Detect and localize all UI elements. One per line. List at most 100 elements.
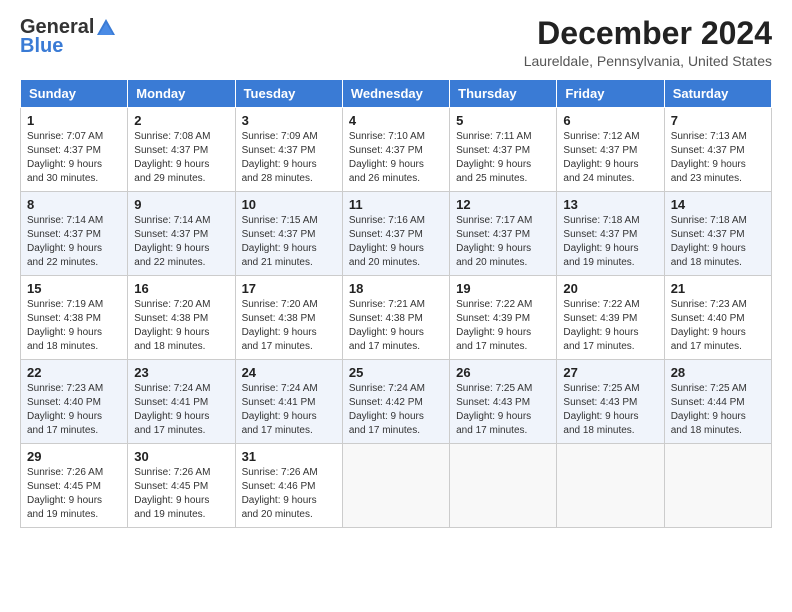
calendar-day-cell: 31 Sunrise: 7:26 AMSunset: 4:46 PMDayligh… bbox=[235, 444, 342, 528]
day-number: 14 bbox=[671, 197, 765, 212]
day-number: 28 bbox=[671, 365, 765, 380]
logo-icon bbox=[95, 17, 117, 39]
day-info: Sunrise: 7:24 AMSunset: 4:41 PMDaylight:… bbox=[242, 382, 336, 438]
day-number: 23 bbox=[134, 365, 228, 380]
day-info: Sunrise: 7:11 AMSunset: 4:37 PMDaylight:… bbox=[456, 130, 550, 186]
day-number: 22 bbox=[27, 365, 121, 380]
calendar-day-cell: 28 Sunrise: 7:25 AMSunset: 4:44 PMDayligh… bbox=[664, 360, 771, 444]
calendar-day-cell: 21Sunrise: 7:23 AMSunset: 4:40 PMDayligh… bbox=[664, 276, 771, 360]
calendar-week-row: 1 Sunrise: 7:07 AMSunset: 4:37 PMDaylight… bbox=[21, 108, 772, 192]
day-info: Sunrise: 7:17 AMSunset: 4:37 PMDaylight:… bbox=[456, 214, 550, 270]
calendar-header-cell: Saturday bbox=[664, 80, 771, 108]
calendar-day-cell bbox=[450, 444, 557, 528]
day-info: Sunrise: 7:20 AMSunset: 4:38 PMDaylight:… bbox=[242, 298, 336, 354]
calendar-day-cell: 10Sunrise: 7:15 AMSunset: 4:37 PMDayligh… bbox=[235, 192, 342, 276]
calendar-day-cell: 17 Sunrise: 7:20 AMSunset: 4:38 PMDayligh… bbox=[235, 276, 342, 360]
day-number: 17 bbox=[242, 281, 336, 296]
day-info: Sunrise: 7:26 AMSunset: 4:45 PMDaylight:… bbox=[134, 466, 228, 522]
calendar-day-cell: 18 Sunrise: 7:21 AMSunset: 4:38 PMDayligh… bbox=[342, 276, 449, 360]
day-number: 12 bbox=[456, 197, 550, 212]
calendar-day-cell: 19 Sunrise: 7:22 AMSunset: 4:39 PMDayligh… bbox=[450, 276, 557, 360]
calendar-day-cell: 29Sunrise: 7:26 AMSunset: 4:45 PMDayligh… bbox=[21, 444, 128, 528]
day-number: 26 bbox=[456, 365, 550, 380]
calendar-day-cell: 30Sunrise: 7:26 AMSunset: 4:45 PMDayligh… bbox=[128, 444, 235, 528]
day-info: Sunrise: 7:26 AMSunset: 4:45 PMDaylight:… bbox=[27, 466, 121, 522]
calendar-header-cell: Sunday bbox=[21, 80, 128, 108]
calendar-day-cell: 11 Sunrise: 7:16 AMSunset: 4:37 PMDayligh… bbox=[342, 192, 449, 276]
calendar-day-cell: 22 Sunrise: 7:23 AMSunset: 4:40 PMDayligh… bbox=[21, 360, 128, 444]
day-number: 25 bbox=[349, 365, 443, 380]
calendar-day-cell bbox=[557, 444, 664, 528]
calendar-header-cell: Friday bbox=[557, 80, 664, 108]
day-number: 10 bbox=[242, 197, 336, 212]
day-number: 4 bbox=[349, 113, 443, 128]
calendar-day-cell: 13 Sunrise: 7:18 AMSunset: 4:37 PMDayligh… bbox=[557, 192, 664, 276]
day-number: 31 bbox=[242, 449, 336, 464]
day-info: Sunrise: 7:14 AMSunset: 4:37 PMDaylight:… bbox=[134, 214, 228, 270]
day-info: Sunrise: 7:25 AMSunset: 4:44 PMDaylight:… bbox=[671, 382, 765, 438]
calendar-day-cell: 27 Sunrise: 7:25 AMSunset: 4:43 PMDayligh… bbox=[557, 360, 664, 444]
calendar-day-cell: 14 Sunrise: 7:18 AMSunset: 4:37 PMDayligh… bbox=[664, 192, 771, 276]
day-info: Sunrise: 7:16 AMSunset: 4:37 PMDaylight:… bbox=[349, 214, 443, 270]
day-info: Sunrise: 7:18 AMSunset: 4:37 PMDaylight:… bbox=[671, 214, 765, 270]
calendar-day-cell: 8 Sunrise: 7:14 AMSunset: 4:37 PMDaylight… bbox=[21, 192, 128, 276]
day-number: 18 bbox=[349, 281, 443, 296]
day-info: Sunrise: 7:26 AMSunset: 4:46 PMDaylight:… bbox=[242, 466, 336, 522]
calendar-header-cell: Monday bbox=[128, 80, 235, 108]
day-number: 16 bbox=[134, 281, 228, 296]
day-number: 3 bbox=[242, 113, 336, 128]
day-number: 19 bbox=[456, 281, 550, 296]
calendar-day-cell: 23 Sunrise: 7:24 AMSunset: 4:41 PMDayligh… bbox=[128, 360, 235, 444]
day-info: Sunrise: 7:12 AMSunset: 4:37 PMDaylight:… bbox=[563, 130, 657, 186]
day-info: Sunrise: 7:25 AMSunset: 4:43 PMDaylight:… bbox=[456, 382, 550, 438]
day-info: Sunrise: 7:18 AMSunset: 4:37 PMDaylight:… bbox=[563, 214, 657, 270]
header: General Blue December 2024 Laureldale, P… bbox=[20, 16, 772, 69]
calendar-header-cell: Thursday bbox=[450, 80, 557, 108]
calendar-day-cell: 15 Sunrise: 7:19 AMSunset: 4:38 PMDayligh… bbox=[21, 276, 128, 360]
calendar-day-cell: 25 Sunrise: 7:24 AMSunset: 4:42 PMDayligh… bbox=[342, 360, 449, 444]
day-info: Sunrise: 7:21 AMSunset: 4:38 PMDaylight:… bbox=[349, 298, 443, 354]
day-number: 27 bbox=[563, 365, 657, 380]
calendar-day-cell: 1 Sunrise: 7:07 AMSunset: 4:37 PMDaylight… bbox=[21, 108, 128, 192]
day-info: Sunrise: 7:13 AMSunset: 4:37 PMDaylight:… bbox=[671, 130, 765, 186]
calendar-week-row: 22 Sunrise: 7:23 AMSunset: 4:40 PMDayligh… bbox=[21, 360, 772, 444]
day-number: 2 bbox=[134, 113, 228, 128]
day-number: 20 bbox=[563, 281, 657, 296]
day-number: 7 bbox=[671, 113, 765, 128]
day-info: Sunrise: 7:23 AMSunset: 4:40 PMDaylight:… bbox=[27, 382, 121, 438]
day-info: Sunrise: 7:22 AMSunset: 4:39 PMDaylight:… bbox=[456, 298, 550, 354]
day-number: 1 bbox=[27, 113, 121, 128]
calendar-header-cell: Tuesday bbox=[235, 80, 342, 108]
calendar-day-cell: 24 Sunrise: 7:24 AMSunset: 4:41 PMDayligh… bbox=[235, 360, 342, 444]
day-info: Sunrise: 7:24 AMSunset: 4:42 PMDaylight:… bbox=[349, 382, 443, 438]
day-info: Sunrise: 7:07 AMSunset: 4:37 PMDaylight:… bbox=[27, 130, 121, 186]
day-info: Sunrise: 7:22 AMSunset: 4:39 PMDaylight:… bbox=[563, 298, 657, 354]
calendar-day-cell: 7 Sunrise: 7:13 AMSunset: 4:37 PMDaylight… bbox=[664, 108, 771, 192]
calendar-day-cell: 26 Sunrise: 7:25 AMSunset: 4:43 PMDayligh… bbox=[450, 360, 557, 444]
day-info: Sunrise: 7:23 AMSunset: 4:40 PMDaylight:… bbox=[671, 298, 765, 354]
calendar-day-cell: 20 Sunrise: 7:22 AMSunset: 4:39 PMDayligh… bbox=[557, 276, 664, 360]
day-number: 5 bbox=[456, 113, 550, 128]
calendar-table: SundayMondayTuesdayWednesdayThursdayFrid… bbox=[20, 79, 772, 528]
calendar-day-cell: 5 Sunrise: 7:11 AMSunset: 4:37 PMDaylight… bbox=[450, 108, 557, 192]
day-number: 24 bbox=[242, 365, 336, 380]
location: Laureldale, Pennsylvania, United States bbox=[524, 53, 772, 69]
day-info: Sunrise: 7:24 AMSunset: 4:41 PMDaylight:… bbox=[134, 382, 228, 438]
day-number: 11 bbox=[349, 197, 443, 212]
day-number: 13 bbox=[563, 197, 657, 212]
calendar-day-cell: 16 Sunrise: 7:20 AMSunset: 4:38 PMDayligh… bbox=[128, 276, 235, 360]
calendar-week-row: 8 Sunrise: 7:14 AMSunset: 4:37 PMDaylight… bbox=[21, 192, 772, 276]
day-info: Sunrise: 7:10 AMSunset: 4:37 PMDaylight:… bbox=[349, 130, 443, 186]
calendar-header-row: SundayMondayTuesdayWednesdayThursdayFrid… bbox=[21, 80, 772, 108]
day-info: Sunrise: 7:09 AMSunset: 4:37 PMDaylight:… bbox=[242, 130, 336, 186]
title-block: December 2024 Laureldale, Pennsylvania, … bbox=[524, 16, 772, 69]
day-info: Sunrise: 7:14 AMSunset: 4:37 PMDaylight:… bbox=[27, 214, 121, 270]
day-number: 8 bbox=[27, 197, 121, 212]
day-number: 15 bbox=[27, 281, 121, 296]
calendar-day-cell: 6Sunrise: 7:12 AMSunset: 4:37 PMDaylight… bbox=[557, 108, 664, 192]
day-info: Sunrise: 7:25 AMSunset: 4:43 PMDaylight:… bbox=[563, 382, 657, 438]
day-number: 9 bbox=[134, 197, 228, 212]
day-info: Sunrise: 7:19 AMSunset: 4:38 PMDaylight:… bbox=[27, 298, 121, 354]
day-info: Sunrise: 7:20 AMSunset: 4:38 PMDaylight:… bbox=[134, 298, 228, 354]
month-title: December 2024 bbox=[524, 16, 772, 51]
